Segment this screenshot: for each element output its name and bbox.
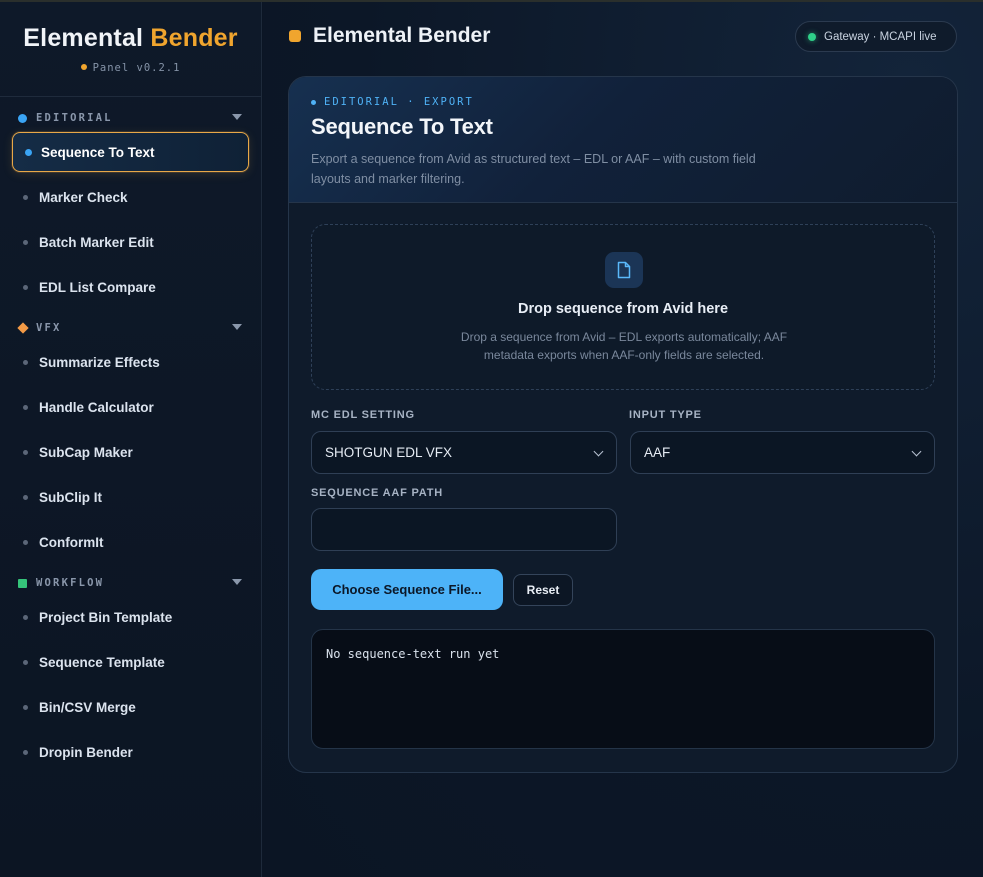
chevron-down-icon[interactable] <box>232 579 242 585</box>
sequence-aaf-path-input[interactable] <box>311 508 617 551</box>
chevron-down-icon[interactable] <box>232 114 242 120</box>
bullet-icon <box>23 359 28 365</box>
sidebar-item-subcap-maker[interactable]: SubCap Maker <box>12 432 249 472</box>
bullet-icon <box>23 494 28 500</box>
brand-header: Elemental Bender Panel v0.2.1 <box>0 2 261 97</box>
input-type-select[interactable]: AAF <box>630 431 935 474</box>
app-logo-title: Elemental Bender <box>23 24 238 52</box>
chevron-down-icon <box>911 446 922 457</box>
sidebar-item-conformit[interactable]: ConformIt <box>12 522 249 562</box>
card-description: Export a sequence from Avid as structure… <box>311 152 756 186</box>
bullet-icon <box>23 749 28 755</box>
sidebar-item-sequence-template[interactable]: Sequence Template <box>12 642 249 682</box>
choose-sequence-file-button[interactable]: Choose Sequence File... <box>311 569 503 610</box>
chevron-down-icon <box>593 446 604 457</box>
sidebar: Elemental Bender Panel v0.2.1 EDITORIAL … <box>0 2 262 877</box>
sidebar-item-summarize-effects[interactable]: Summarize Effects <box>12 342 249 382</box>
dropzone-description: Drop a sequence from Avid – EDL exports … <box>460 330 788 362</box>
sequence-dropzone[interactable]: Drop sequence from Avid here Drop a sequ… <box>311 224 935 390</box>
section-header-editorial[interactable]: EDITORIAL <box>0 108 262 128</box>
blue-circle-icon <box>18 113 27 123</box>
page-title: Elemental Bender <box>313 24 491 47</box>
status-online-icon <box>808 32 816 41</box>
sidebar-item-sequence-to-text[interactable]: Sequence To Text <box>12 132 249 172</box>
bullet-icon <box>23 539 28 545</box>
header-accent-icon <box>289 30 301 42</box>
bullet-icon <box>23 614 28 620</box>
reset-button[interactable]: Reset <box>513 574 573 606</box>
card-eyebrow: EDITORIAL · EXPORT <box>311 96 935 108</box>
active-dot-icon <box>25 148 32 156</box>
bullet-icon <box>23 194 28 200</box>
bullet-icon <box>23 704 28 710</box>
version-label: Panel v0.2.1 <box>0 62 261 74</box>
card-title: Sequence To Text <box>311 114 493 139</box>
sequence-aaf-path-label: SEQUENCE AAF PATH <box>311 487 443 499</box>
section-header-vfx[interactable]: VFX <box>0 318 262 338</box>
section-header-workflow[interactable]: WORKFLOW <box>0 573 262 593</box>
gateway-status-badge: Gateway · MCAPI live <box>795 21 957 52</box>
card-header: EDITORIAL · EXPORT Sequence To Text Expo… <box>289 77 957 203</box>
sidebar-item-handle-calculator[interactable]: Handle Calculator <box>12 387 249 427</box>
sidebar-item-marker-check[interactable]: Marker Check <box>12 177 249 217</box>
mc-edl-setting-label: MC EDL SETTING <box>311 409 415 421</box>
orange-diamond-icon <box>17 322 29 334</box>
sidebar-item-project-bin-template[interactable]: Project Bin Template <box>12 597 249 637</box>
sidebar-item-dropin-bender[interactable]: Dropin Bender <box>12 732 249 772</box>
chevron-down-icon[interactable] <box>232 324 242 330</box>
sidebar-item-bin-csv-merge[interactable]: Bin/CSV Merge <box>12 687 249 727</box>
sidebar-item-edl-list-compare[interactable]: EDL List Compare <box>12 267 249 307</box>
bullet-icon <box>23 239 28 245</box>
bullet-icon <box>23 404 28 410</box>
document-icon <box>605 252 643 288</box>
sidebar-item-batch-marker-edit[interactable]: Batch Marker Edit <box>12 222 249 262</box>
tool-card: EDITORIAL · EXPORT Sequence To Text Expo… <box>288 76 958 773</box>
bullet-icon <box>23 449 28 455</box>
version-dot-icon <box>80 64 87 70</box>
main-panel: Elemental Bender Gateway · MCAPI live ED… <box>263 2 983 877</box>
mc-edl-setting-select[interactable]: SHOTGUN EDL VFX <box>311 431 617 474</box>
output-console: No sequence-text run yet <box>311 629 935 749</box>
green-square-icon <box>18 578 27 588</box>
eyebrow-dot-icon <box>311 99 316 105</box>
dropzone-title: Drop sequence from Avid here <box>517 301 729 317</box>
bullet-icon <box>23 659 28 665</box>
sidebar-item-subclip-it[interactable]: SubClip It <box>12 477 249 517</box>
input-type-label: INPUT TYPE <box>629 409 702 421</box>
bullet-icon <box>23 284 28 290</box>
